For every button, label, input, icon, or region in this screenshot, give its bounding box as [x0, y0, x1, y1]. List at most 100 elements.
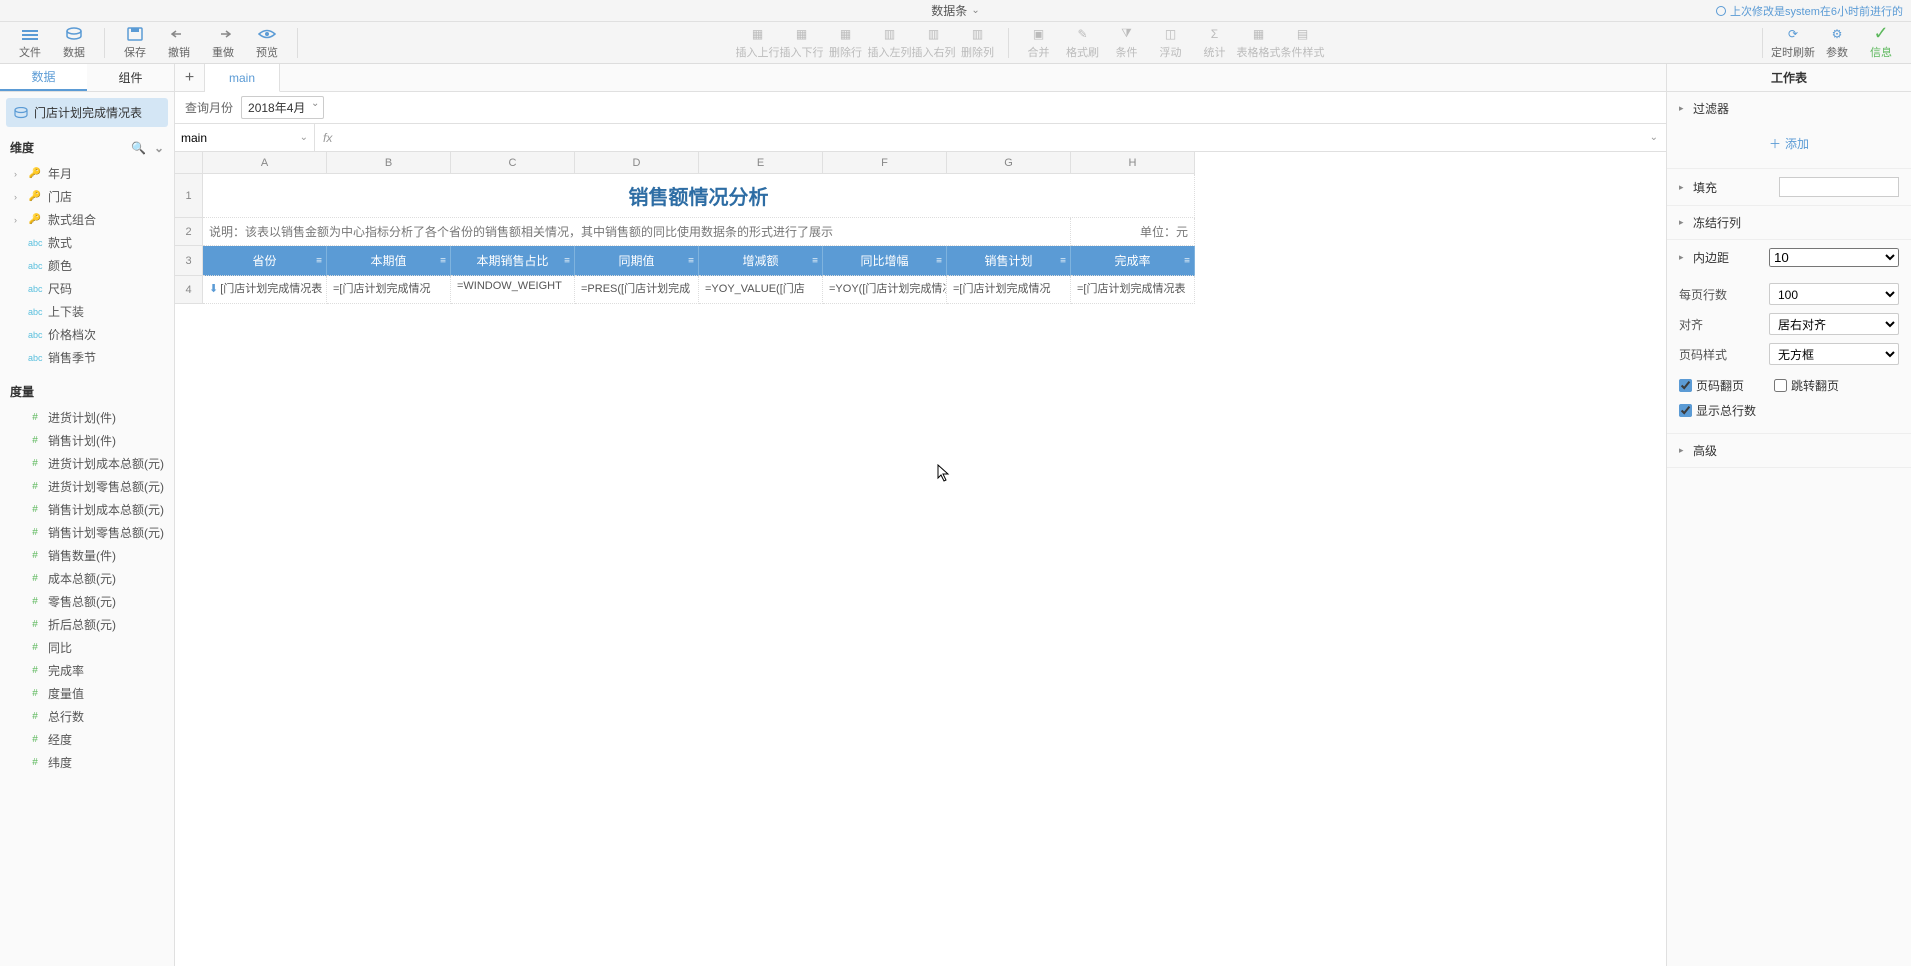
menu-icon[interactable]: ≡ [316, 255, 322, 266]
col-header[interactable]: A [203, 152, 327, 174]
preview-button[interactable]: 预览 [245, 23, 289, 63]
params-button[interactable]: ⚙参数 [1815, 23, 1859, 63]
dimension-field[interactable]: abc尺码 [0, 277, 174, 300]
section-padding[interactable]: ▸内边距 10 [1667, 240, 1911, 275]
measure-field[interactable]: #进货计划(件) [0, 406, 174, 429]
section-fill[interactable]: ▸填充 [1667, 169, 1911, 205]
row-header[interactable]: 4 [175, 276, 203, 304]
add-filter-button[interactable]: ＋添加 [1679, 129, 1899, 158]
save-button[interactable]: 保存 [113, 23, 157, 63]
measure-field[interactable]: #进货计划成本总额(元) [0, 452, 174, 475]
table-header-cell[interactable]: 销售计划≡ [947, 246, 1071, 276]
measure-field[interactable]: #总行数 [0, 705, 174, 728]
redo-button[interactable]: 重做 [201, 23, 245, 63]
spreadsheet-grid[interactable]: ABCDEFGH1销售额情况分析2说明：该表以销售金额为中心指标分析了各个省份的… [175, 152, 1666, 304]
col-header[interactable]: G [947, 152, 1071, 174]
table-header-cell[interactable]: 省份≡ [203, 246, 327, 276]
dimension-field[interactable]: ›🔑门店 [0, 185, 174, 208]
add-tab-button[interactable]: + [175, 64, 205, 91]
description-cell[interactable]: 说明：该表以销售金额为中心指标分析了各个省份的销售额相关情况，其中销售额的同比使… [203, 218, 1071, 246]
dimension-field[interactable]: ›🔑款式组合 [0, 208, 174, 231]
row-header[interactable]: 3 [175, 246, 203, 276]
scheduled-refresh-button[interactable]: ⟳定时刷新 [1771, 23, 1815, 63]
menu-icon[interactable]: ≡ [812, 255, 818, 266]
menu-icon[interactable]: ≡ [1184, 255, 1190, 266]
col-header[interactable]: B [327, 152, 451, 174]
table-header-cell[interactable]: 同期值≡ [575, 246, 699, 276]
tab-main[interactable]: main [205, 64, 280, 92]
formula-cell[interactable]: ⬇[门店计划完成情况表 [203, 276, 327, 304]
query-month-select[interactable]: 2018年4月 [241, 96, 324, 119]
dimension-field[interactable]: ›🔑年月 [0, 162, 174, 185]
undo-button[interactable]: 撤销 [157, 23, 201, 63]
chevron-down-icon[interactable]: ⌄ [154, 141, 164, 155]
title-dropdown-icon[interactable]: ⌄ [971, 5, 979, 16]
section-freeze[interactable]: ▸冻结行列 [1667, 206, 1911, 239]
menu-icon[interactable]: ≡ [564, 255, 570, 266]
measure-field[interactable]: #纬度 [0, 751, 174, 774]
align-select[interactable]: 居右对齐 [1769, 313, 1899, 335]
menu-icon[interactable]: ≡ [440, 255, 446, 266]
table-header-cell[interactable]: 增减额≡ [699, 246, 823, 276]
formula-cell[interactable]: =[门店计划完成情况表 [1071, 276, 1195, 304]
info-button[interactable]: ✓信息 [1859, 23, 1903, 63]
search-icon[interactable]: 🔍 [131, 141, 146, 155]
table-header-cell[interactable]: 本期值≡ [327, 246, 451, 276]
dimension-field[interactable]: abc颜色 [0, 254, 174, 277]
row-header[interactable]: 2 [175, 218, 203, 246]
table-header-cell[interactable]: 完成率≡ [1071, 246, 1195, 276]
formula-cell[interactable]: =YOY([门店计划完成情况表] [823, 276, 947, 304]
dimension-field[interactable]: abc款式 [0, 231, 174, 254]
measure-field[interactable]: #折后总额(元) [0, 613, 174, 636]
fill-input[interactable] [1779, 177, 1899, 197]
measure-field[interactable]: #销售计划零售总额(元) [0, 521, 174, 544]
formula-cell[interactable]: =YOY_VALUE([门店 [699, 276, 823, 304]
table-header-cell[interactable]: 同比增幅≡ [823, 246, 947, 276]
tab-component[interactable]: 组件 [87, 64, 174, 91]
sheet-title-cell[interactable]: 销售额情况分析 [203, 174, 1195, 218]
menu-icon[interactable]: ≡ [1060, 255, 1066, 266]
jump-flip-checkbox[interactable]: 跳转翻页 [1774, 373, 1839, 398]
table-header-cell[interactable]: 本期销售占比≡ [451, 246, 575, 276]
dimension-field[interactable]: abc上下装 [0, 300, 174, 323]
measure-field[interactable]: #销售计划(件) [0, 429, 174, 452]
col-header[interactable]: E [699, 152, 823, 174]
formula-cell[interactable]: =[门店计划完成情况 [327, 276, 451, 304]
chevron-down-icon[interactable]: ⌄ [1650, 132, 1658, 143]
dimension-field[interactable]: abc销售季节 [0, 346, 174, 369]
col-header[interactable]: H [1071, 152, 1195, 174]
formula-cell[interactable]: =[门店计划完成情况 [947, 276, 1071, 304]
measure-field[interactable]: #完成率 [0, 659, 174, 682]
dataset-item[interactable]: 门店计划完成情况表 [6, 98, 168, 127]
formula-cell[interactable]: =PRES([门店计划完成 [575, 276, 699, 304]
measure-field[interactable]: #度量值 [0, 682, 174, 705]
section-filter[interactable]: ▸过滤器 [1667, 92, 1911, 125]
dimension-field[interactable]: abc价格档次 [0, 323, 174, 346]
measure-field[interactable]: #经度 [0, 728, 174, 751]
pagestyle-select[interactable]: 无方框 [1769, 343, 1899, 365]
measure-field[interactable]: #销售数量(件) [0, 544, 174, 567]
formula-input[interactable] [338, 131, 1643, 145]
col-header[interactable]: F [823, 152, 947, 174]
tab-data[interactable]: 数据 [0, 64, 87, 91]
perpage-select[interactable]: 100 [1769, 283, 1899, 305]
formula-cell[interactable]: =WINDOW_WEIGHT [451, 276, 575, 304]
measure-field[interactable]: #成本总额(元) [0, 567, 174, 590]
unit-cell[interactable]: 单位：元 [1071, 218, 1195, 246]
padding-select[interactable]: 10 [1769, 248, 1899, 267]
name-input[interactable] [181, 131, 308, 145]
show-total-checkbox[interactable]: 显示总行数 [1679, 398, 1899, 423]
menu-icon[interactable]: ≡ [688, 255, 694, 266]
section-advanced[interactable]: ▸高级 [1667, 434, 1911, 467]
row-header[interactable]: 1 [175, 174, 203, 218]
menu-icon[interactable]: ≡ [936, 255, 942, 266]
measure-field[interactable]: #零售总额(元) [0, 590, 174, 613]
data-button[interactable]: 数据 [52, 23, 96, 63]
measure-field[interactable]: #销售计划成本总额(元) [0, 498, 174, 521]
col-header[interactable]: D [575, 152, 699, 174]
page-flip-checkbox[interactable]: 页码翻页 [1679, 373, 1744, 398]
measure-field[interactable]: #同比 [0, 636, 174, 659]
file-button[interactable]: 文件 [8, 23, 52, 63]
name-box[interactable]: ⌄ [175, 124, 315, 151]
chevron-down-icon[interactable]: ⌄ [300, 132, 308, 143]
